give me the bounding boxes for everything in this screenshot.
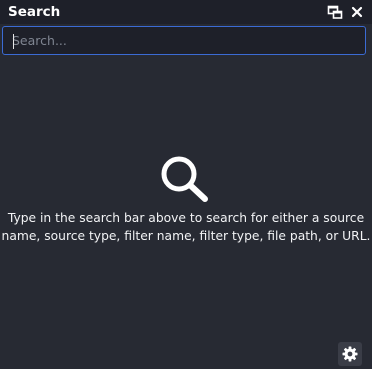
search-box[interactable]	[2, 26, 366, 55]
search-panel: Search Type in the search bar above to s…	[0, 0, 372, 369]
gear-icon	[342, 346, 358, 362]
search-input[interactable]	[3, 27, 365, 54]
panel-title: Search	[8, 4, 61, 20]
close-button[interactable]	[348, 3, 366, 21]
text-caret	[13, 34, 14, 49]
undock-button[interactable]	[326, 3, 344, 21]
search-icon	[161, 156, 208, 202]
close-icon	[351, 6, 363, 18]
empty-state-hint: Type in the search bar above to search f…	[1, 211, 371, 243]
settings-button[interactable]	[338, 342, 362, 366]
undock-icon	[327, 5, 343, 19]
title-bar: Search	[0, 0, 372, 24]
